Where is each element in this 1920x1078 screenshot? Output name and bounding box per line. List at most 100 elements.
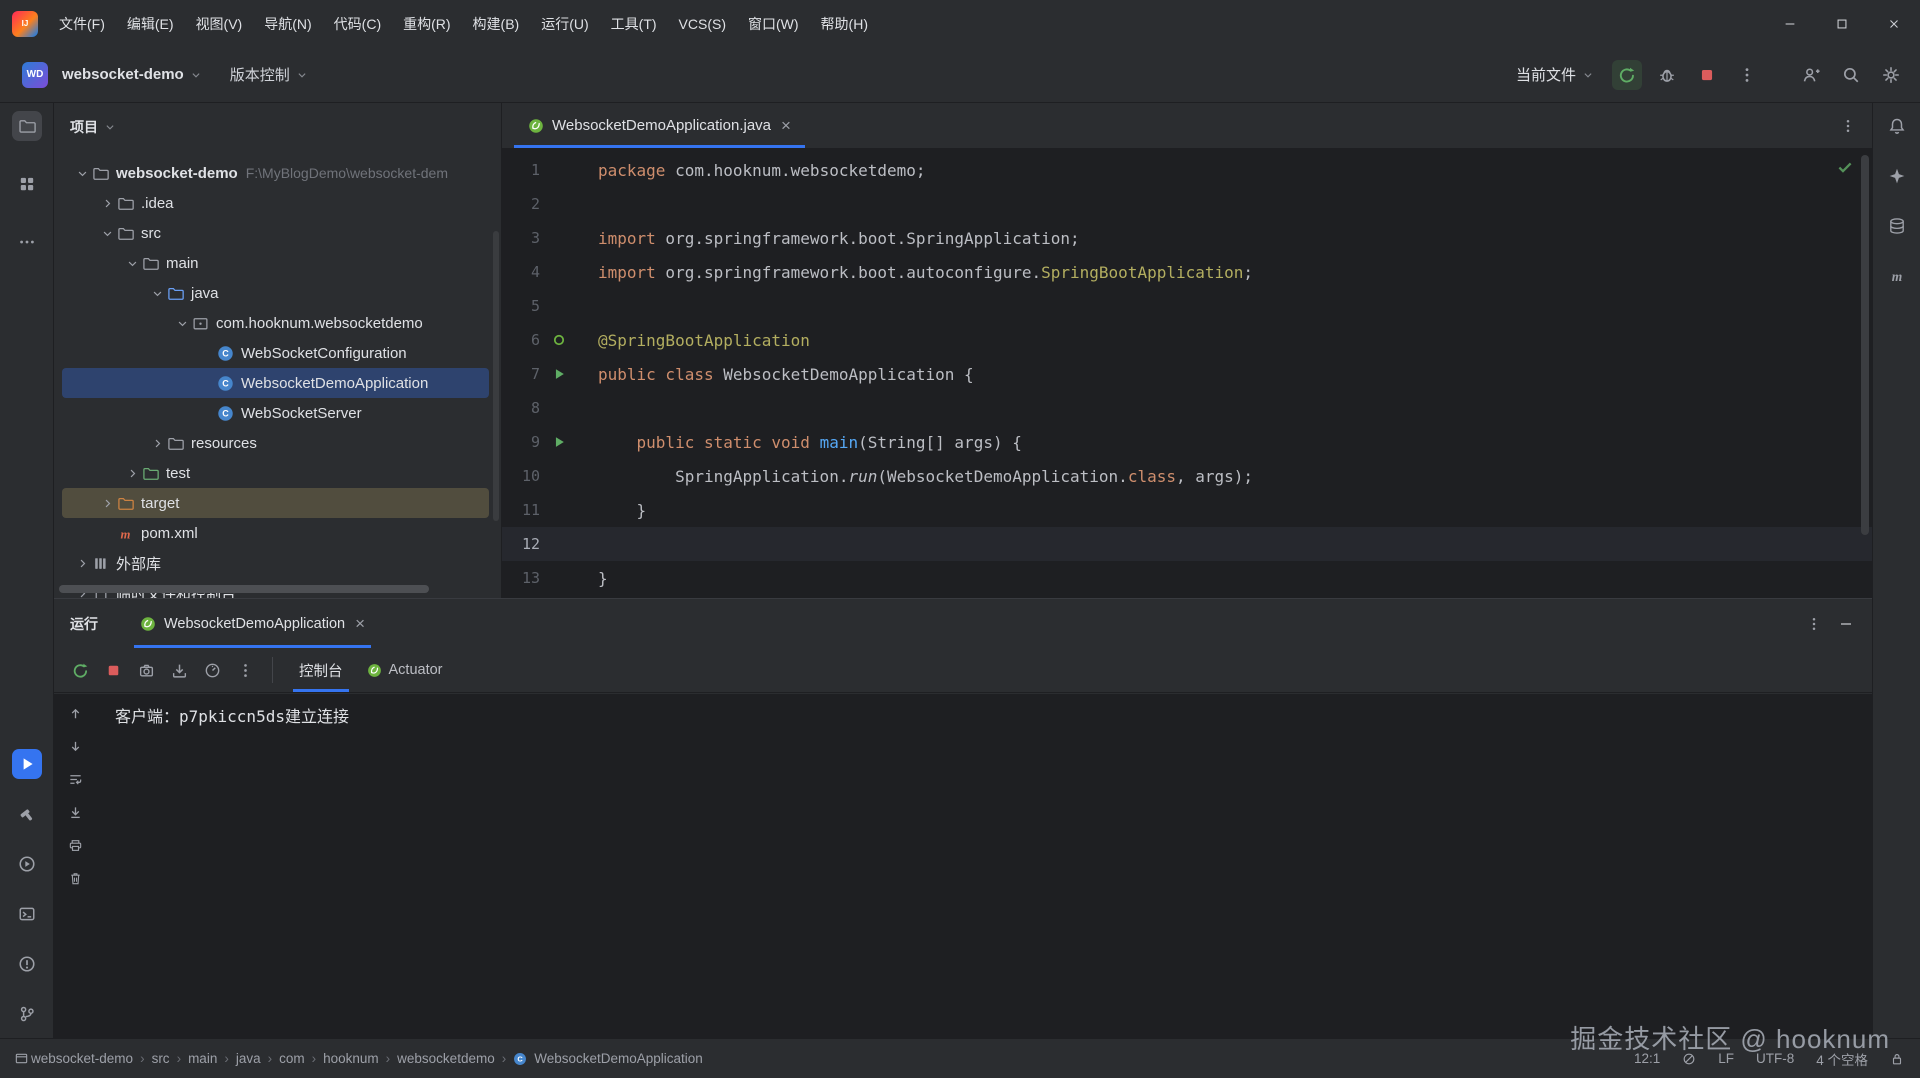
chevron-right-icon[interactable] [97,196,117,210]
tree-item-WebsocketDemoApplication[interactable]: CWebsocketDemoApplication [62,368,489,398]
code-line-3[interactable]: 3import org.springframework.boot.SpringA… [502,221,1872,255]
tree-item-websocket-demo[interactable]: websocket-demoF:\MyBlogDemo\websocket-de… [62,158,489,188]
camera-button[interactable] [134,658,158,682]
structure-tool-button[interactable] [12,169,42,199]
search-everywhere-button[interactable] [1836,60,1866,90]
chevron-down-icon[interactable] [72,166,92,180]
clear-all-button[interactable] [64,867,86,889]
print-button[interactable] [64,834,86,856]
services-tool-button[interactable] [12,849,42,879]
code-line-12[interactable]: 12 [502,527,1872,561]
breadcrumb-item[interactable]: src [152,1051,170,1066]
stop-button[interactable] [1692,60,1722,90]
ai-assistant-button[interactable] [1882,161,1912,191]
code-with-me-button[interactable] [1796,60,1826,90]
menu-item[interactable]: 编辑(E) [116,0,185,47]
menu-item[interactable]: 导航(N) [253,0,322,47]
chevron-down-icon[interactable] [172,316,192,330]
chevron-right-icon[interactable] [147,436,167,450]
spring-bean-gutter-icon[interactable] [548,333,570,348]
menu-item[interactable]: 工具(T) [600,0,668,47]
toolbar-more-button[interactable] [233,658,257,682]
scroll-to-end-button[interactable] [64,801,86,823]
menu-item[interactable]: 帮助(H) [810,0,879,47]
editor-tab-websocketdemoapplication[interactable]: WebsocketDemoApplication.java × [514,103,805,148]
down-stacktrace-button[interactable] [64,735,86,757]
tree-item-src[interactable]: src [62,218,489,248]
tree-item-target[interactable]: target [62,488,489,518]
menu-item[interactable]: 窗口(W) [737,0,810,47]
menu-item[interactable]: 文件(F) [48,0,116,47]
run-tool-button[interactable] [12,749,42,779]
run-config-selector[interactable]: 当前文件 [1512,58,1598,91]
chevron-right-icon[interactable] [72,556,92,570]
project-panel-header[interactable]: 项目 [54,103,501,137]
tree-item-resources[interactable]: resources [62,428,489,458]
chevron-right-icon[interactable] [122,466,142,480]
chevron-down-icon[interactable] [97,226,117,240]
vcs-selector[interactable]: 版本控制 [222,58,316,91]
stop-button[interactable] [101,658,125,682]
project-vertical-scrollbar[interactable] [493,231,499,521]
hide-panel-icon[interactable] [1838,616,1854,632]
maven-tool-button[interactable]: m [1882,261,1912,291]
tree-item-main[interactable]: main [62,248,489,278]
chevron-down-icon[interactable] [147,286,167,300]
code-editor[interactable]: 1package com.hooknum.websocketdemo;23imp… [502,149,1872,598]
close-run-tab-icon[interactable]: × [355,615,365,632]
menu-item[interactable]: 构建(B) [462,0,531,47]
code-line-11[interactable]: 11 } [502,493,1872,527]
version-control-tool-button[interactable] [12,999,42,1029]
breadcrumb-item[interactable]: hooknum [323,1051,379,1066]
up-stacktrace-button[interactable] [64,702,86,724]
database-tool-button[interactable] [1882,211,1912,241]
menu-item[interactable]: 重构(R) [392,0,461,47]
run-tab[interactable]: WebsocketDemoApplication × [128,599,377,648]
tab-console[interactable]: 控制台 [287,648,355,692]
more-actions-button[interactable] [1732,60,1762,90]
tree-item-com.hooknum.websocketdemo[interactable]: com.hooknum.websocketdemo [62,308,489,338]
soft-wrap-button[interactable] [64,768,86,790]
inspections-ok-icon[interactable] [1836,158,1854,176]
code-line-1[interactable]: 1package com.hooknum.websocketdemo; [502,153,1872,187]
tree-item-java[interactable]: java [62,278,489,308]
import-button[interactable] [167,658,191,682]
problems-tool-button[interactable] [12,949,42,979]
run-gutter-icon[interactable] [548,435,570,450]
chevron-down-icon[interactable] [122,256,142,270]
code-line-2[interactable]: 2 [502,187,1872,221]
minimize-button[interactable] [1764,0,1816,47]
project-selector[interactable]: websocket-demo [54,60,210,89]
code-line-13[interactable]: 13} [502,561,1872,595]
console-output[interactable]: 客户端：p7pkiccn5ds建立连接 [54,694,1872,1038]
code-line-9[interactable]: 9 public static void main(String[] args)… [502,425,1872,459]
editor-scrollbar[interactable] [1861,155,1869,535]
menu-item[interactable]: 代码(C) [323,0,392,47]
code-line-6[interactable]: 6@SpringBootApplication [502,323,1872,357]
code-line-8[interactable]: 8 [502,391,1872,425]
notifications-button[interactable] [1882,111,1912,141]
tree-item-.idea[interactable]: .idea [62,188,489,218]
terminal-tool-button[interactable] [12,899,42,929]
breadcrumb-item[interactable]: websocket-demo [31,1051,133,1066]
maximize-button[interactable] [1816,0,1868,47]
debug-button[interactable] [1652,60,1682,90]
breadcrumb-item[interactable]: WebsocketDemoApplication [534,1051,703,1066]
more-tools-button[interactable] [12,227,42,257]
run-gutter-icon[interactable] [548,367,570,382]
project-horizontal-scrollbar[interactable] [59,585,429,593]
run-panel-options-icon[interactable] [1806,616,1822,632]
tab-actuator[interactable]: Actuator [355,648,455,692]
breadcrumb-item[interactable]: java [236,1051,261,1066]
lock-icon[interactable] [1890,1052,1904,1066]
history-button[interactable] [200,658,224,682]
chevron-right-icon[interactable] [97,496,117,510]
code-line-5[interactable]: 5 [502,289,1872,323]
project-tool-button[interactable] [12,111,42,141]
tree-item-pom.xml[interactable]: mpom.xml [62,518,489,548]
rerun-button[interactable] [1612,60,1642,90]
menu-item[interactable]: 运行(U) [530,0,599,47]
menu-item[interactable]: 视图(V) [185,0,254,47]
rerun-button[interactable] [68,658,92,682]
menu-item[interactable]: VCS(S) [668,0,737,47]
